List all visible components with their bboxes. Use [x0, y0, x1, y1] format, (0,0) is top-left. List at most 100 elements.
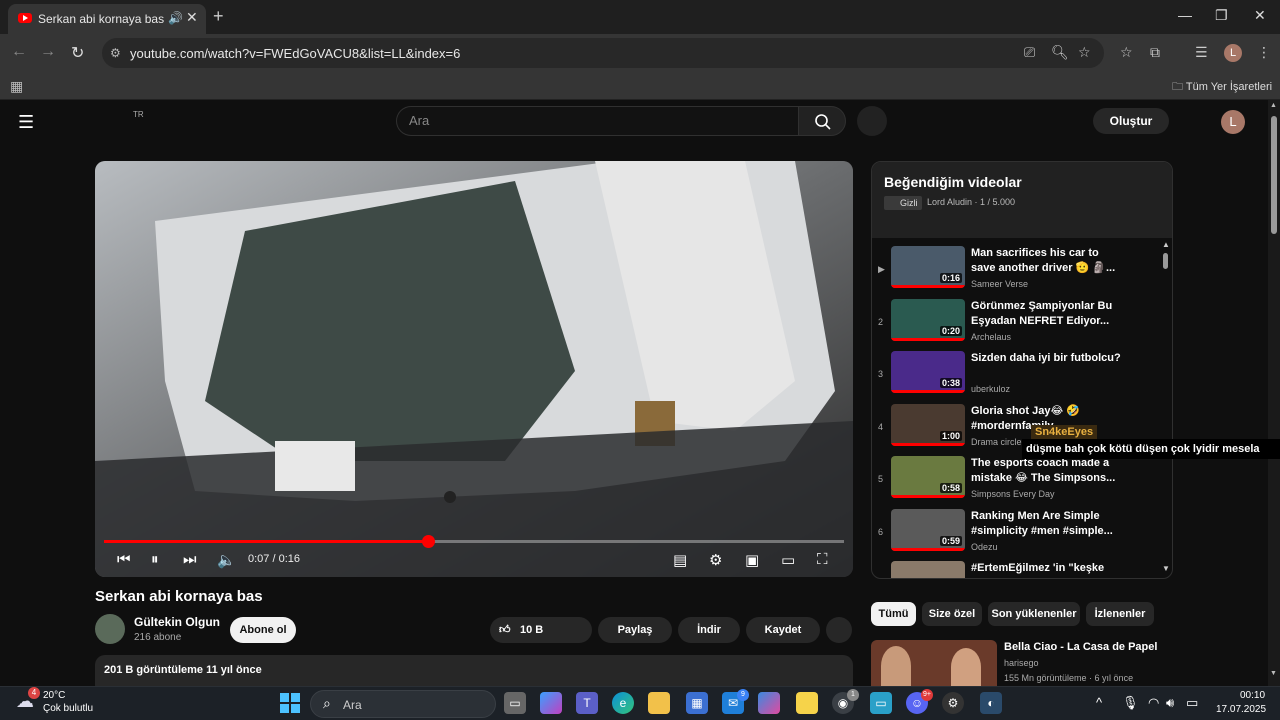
progress-bar[interactable] — [104, 535, 844, 548]
chrome-icon[interactable]: ◉ 1 — [832, 689, 859, 714]
minimize-icon[interactable]: — — [1178, 7, 1192, 23]
download-button[interactable]: İndir — [678, 617, 740, 643]
search-input[interactable] — [409, 113, 779, 128]
hamburger-menu-icon[interactable]: ☰ — [18, 112, 34, 133]
playlist-item[interactable]: 5 0:58 The esports coach made a mistake 😂 … — [872, 456, 1164, 506]
start-button[interactable] — [280, 693, 300, 713]
task-view-icon[interactable]: ▭ — [504, 692, 526, 714]
miniplayer-icon[interactable]: ▣ — [745, 551, 759, 569]
recommended-title[interactable]: Bella Ciao - La Casa de Papel — [1004, 641, 1157, 653]
playlist-item-channel[interactable]: Drama circle — [971, 437, 1022, 447]
more-actions-button[interactable] — [826, 617, 852, 643]
close-window-icon[interactable]: ✕ — [1254, 7, 1266, 24]
playlist-item-title[interactable]: #ErtemEğilmez 'in "keşke kimseyi bu kada… — [971, 561, 1121, 578]
playlist-item-thumbnail[interactable]: 1:00 — [891, 403, 965, 446]
channel-name[interactable]: Gültekin Olgun — [134, 615, 220, 629]
speaker-icon[interactable]: 🔊︎ — [1166, 695, 1174, 711]
filter-chip[interactable]: Size özel — [922, 602, 982, 626]
speaker-icon[interactable]: 🔊 — [168, 11, 183, 25]
playlist-item-title[interactable]: The esports coach made a mistake 😂 The S… — [971, 456, 1121, 486]
favorites-icon[interactable]: ☆ — [1120, 44, 1133, 61]
playlist-title[interactable]: Beğendiğim videolar — [884, 174, 1022, 190]
edge-icon[interactable]: e — [612, 692, 634, 714]
share-button[interactable]: Paylaş — [598, 617, 672, 643]
media-control-icon[interactable]: ☰ — [1195, 44, 1208, 61]
scroll-up-icon[interactable]: ▲ — [1162, 240, 1170, 249]
pause-icon[interactable]: ⏸ — [151, 551, 159, 568]
avatar[interactable]: L — [1221, 110, 1245, 134]
playlist-item-thumbnail[interactable]: 0:38 — [891, 351, 965, 393]
site-info-icon[interactable]: ⚙ — [110, 46, 121, 60]
playlist-item[interactable]: 3 0:38 Sizden daha iyi bir futbolcu? uberku… — [872, 351, 1164, 401]
battery-icon[interactable]: ▭ — [1186, 695, 1198, 711]
playlist-item-thumbnail[interactable]: 0:58 — [891, 456, 965, 498]
playlist-item-title[interactable]: Sizden daha iyi bir futbolcu? — [971, 351, 1121, 381]
playlist-scrollbar[interactable] — [1163, 253, 1168, 269]
filter-chip[interactable]: Tümü — [871, 602, 916, 626]
profile-avatar[interactable]: L — [1224, 44, 1242, 62]
playlist-item-channel[interactable]: Sameer Verse — [971, 279, 1028, 289]
volume-icon[interactable]: 🔈 — [217, 551, 236, 569]
split-screen-icon[interactable]: ⧉ — [1150, 44, 1160, 61]
description-box[interactable]: 201 B görüntüleme 11 yıl önce — [95, 655, 853, 686]
close-tab-icon[interactable]: ✕ — [186, 9, 198, 26]
playlist-item-channel[interactable]: uberkuloz — [971, 384, 1010, 394]
mail-icon[interactable]: ✉ 9 — [722, 689, 749, 714]
all-bookmarks-button[interactable]: 🗀 Tüm Yer İşaretleri — [1172, 78, 1272, 97]
url-text[interactable]: youtube.com/watch?v=FWEdGoVACU8&list=LL&… — [130, 46, 460, 61]
bookmark-star-icon[interactable]: ☆ — [1078, 44, 1091, 61]
playlist-item-title[interactable]: Man sacrifices his car to save another d… — [971, 246, 1121, 276]
teams-icon[interactable]: T — [576, 692, 598, 714]
scroll-down-icon[interactable]: ▼ — [1162, 564, 1170, 573]
microphone-icon[interactable]: 🎙︎ — [1122, 695, 1139, 711]
file-explorer-icon[interactable] — [648, 692, 670, 714]
forward-icon[interactable]: → — [40, 43, 56, 61]
zoom-icon[interactable]: 🔍︎ — [1051, 44, 1069, 61]
channel-avatar[interactable] — [95, 614, 125, 644]
search-box[interactable] — [396, 106, 798, 136]
install-app-icon[interactable]: ⎚ — [1024, 44, 1035, 61]
reload-icon[interactable]: ↻ — [71, 43, 84, 63]
app-icon[interactable]: ◐ — [980, 692, 1002, 714]
page-scroll-thumb[interactable] — [1271, 116, 1277, 234]
weather-temperature[interactable]: 20°C — [43, 690, 65, 701]
scroll-down-arrow-icon[interactable]: ▼ — [1270, 670, 1277, 677]
fullscreen-icon[interactable]: ⛶ — [817, 551, 828, 568]
subscribe-button[interactable]: Abone ol — [230, 617, 296, 643]
theater-mode-icon[interactable]: ▭ — [781, 551, 795, 569]
restore-icon[interactable]: ❐ — [1215, 7, 1228, 24]
video-player[interactable]: ⏮ ⏸ ⏭ 🔈 0:07 / 0:16 ▤ ⚙ ▣ ▭ ⛶ — [95, 161, 853, 577]
playlist-item[interactable]: 6 0:59 Ranking Men Are Simple #simplicity … — [872, 508, 1164, 559]
new-tab-button[interactable]: + — [213, 6, 224, 27]
playlist-item-title[interactable]: Ranking Men Are Simple #simplicity #men … — [971, 509, 1121, 539]
recommended-channel[interactable]: harisego — [1004, 658, 1039, 668]
wifi-icon[interactable]: ◠ — [1148, 695, 1159, 711]
recommended-thumbnail[interactable] — [871, 640, 997, 686]
settings-gear-icon[interactable]: ⚙ — [709, 551, 722, 569]
search-button[interactable] — [798, 106, 846, 136]
like-button[interactable]: 👍︎ 10 B — [490, 617, 592, 643]
voice-search-button[interactable] — [857, 106, 887, 136]
save-button[interactable]: Kaydet — [746, 617, 820, 643]
subtitles-icon[interactable]: ▤ — [673, 551, 687, 569]
scroll-up-arrow-icon[interactable]: ▲ — [1270, 102, 1277, 109]
menu-dots-icon[interactable]: ⋮ — [1257, 44, 1271, 61]
page-scrollbar[interactable]: ▲ ▼ — [1268, 100, 1280, 686]
playlist-item[interactable]: 7#ErtemEğilmez 'in "keşke kimseyi bu kad… — [872, 561, 1164, 578]
playlist-item[interactable]: ▶ 0:16 Man sacrifices his car to save anot… — [872, 246, 1164, 296]
apps-grid-icon[interactable]: ▦ — [10, 78, 23, 95]
filter-chip[interactable]: Son yüklenenler — [988, 602, 1080, 626]
sticky-notes-icon[interactable] — [796, 692, 818, 714]
playlist-item-channel[interactable]: Archelaus — [971, 332, 1011, 342]
previous-icon[interactable]: ⏮ — [117, 551, 131, 568]
desktop-icon[interactable]: ▭ — [870, 692, 892, 714]
playlist-item-thumbnail[interactable]: 0:20 — [891, 298, 965, 341]
copilot-icon[interactable] — [540, 692, 562, 714]
playlist-item-thumbnail[interactable]: 0:16 — [891, 246, 965, 288]
m365-icon[interactable] — [758, 692, 780, 714]
steam-icon[interactable]: ⚙ — [942, 692, 964, 714]
filter-chip[interactable]: İzlenenler — [1086, 602, 1154, 626]
address-bar[interactable]: ⚙ youtube.com/watch?v=FWEdGoVACU8&list=L… — [102, 38, 1104, 68]
playlist-item-title[interactable]: Görünmez Şampiyonlar Bu Eşyadan NEFRET E… — [971, 299, 1121, 329]
chevron-up-icon[interactable]: ^ — [1096, 695, 1102, 710]
